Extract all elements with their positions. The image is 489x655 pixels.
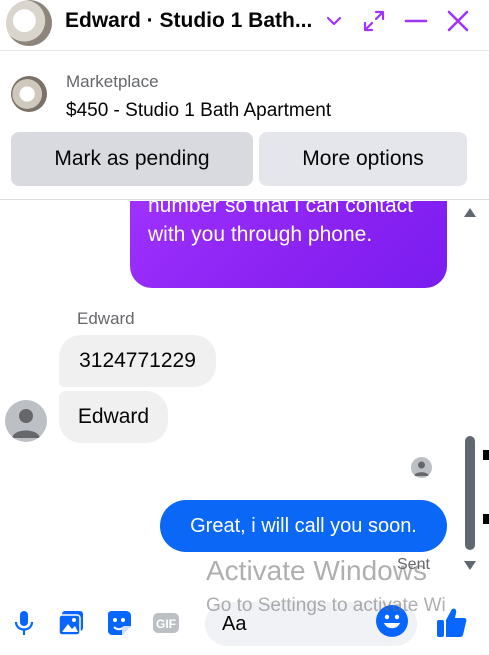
sticker-icon[interactable] [104,608,134,638]
photo-icon[interactable] [56,608,86,638]
emoji-icon[interactable] [376,605,408,637]
listing-thumbnail[interactable] [11,76,47,112]
mark-as-pending-button[interactable]: Mark as pending [11,132,253,186]
listing-title[interactable]: $450 - Studio 1 Bath Apartment [66,100,331,122]
edge-artifact [483,514,489,524]
incoming-message-phone[interactable]: 3124771229 [59,335,216,387]
message-status: Sent [397,556,430,573]
contact-avatar[interactable] [5,400,47,442]
like-icon[interactable] [435,606,469,640]
message-composer: GIF Aa [0,596,489,655]
minimize-icon[interactable] [404,9,428,33]
more-options-button[interactable]: More options [259,132,467,186]
incoming-message-name[interactable]: Edward [59,391,168,443]
listing-category: Marketplace [66,72,159,91]
read-receipt-icon [414,461,429,476]
outgoing-message-last[interactable]: Great, i will call you soon. [160,500,447,552]
listing-avatar[interactable] [6,0,52,46]
message-input-placeholder: Aa [222,613,247,635]
marketplace-listing: Marketplace $450 - Studio 1 Bath Apartme… [0,50,489,200]
expand-icon[interactable] [362,9,386,33]
microphone-icon[interactable] [9,608,39,638]
svg-text:GIF: GIF [156,617,176,631]
outgoing-message-bubble: number so that I can contact with you th… [130,201,447,288]
scroll-up-arrow[interactable] [464,208,476,217]
message-thread[interactable]: number so that I can contact with you th… [0,201,489,596]
chat-title[interactable]: Edward · Studio 1 Bath... [65,9,312,33]
chat-header: Edward · Studio 1 Bath... [0,0,489,50]
seen-avatar [411,457,432,478]
default-person-icon [12,409,40,438]
chevron-down-icon[interactable] [322,9,346,33]
sender-name: Edward [77,309,135,328]
smiley-face-icon [384,614,400,629]
scrollbar-thumb[interactable] [465,436,475,550]
gif-icon[interactable]: GIF [151,608,181,638]
close-icon[interactable] [446,9,470,33]
scroll-down-arrow[interactable] [464,561,476,570]
edge-artifact [483,450,489,460]
